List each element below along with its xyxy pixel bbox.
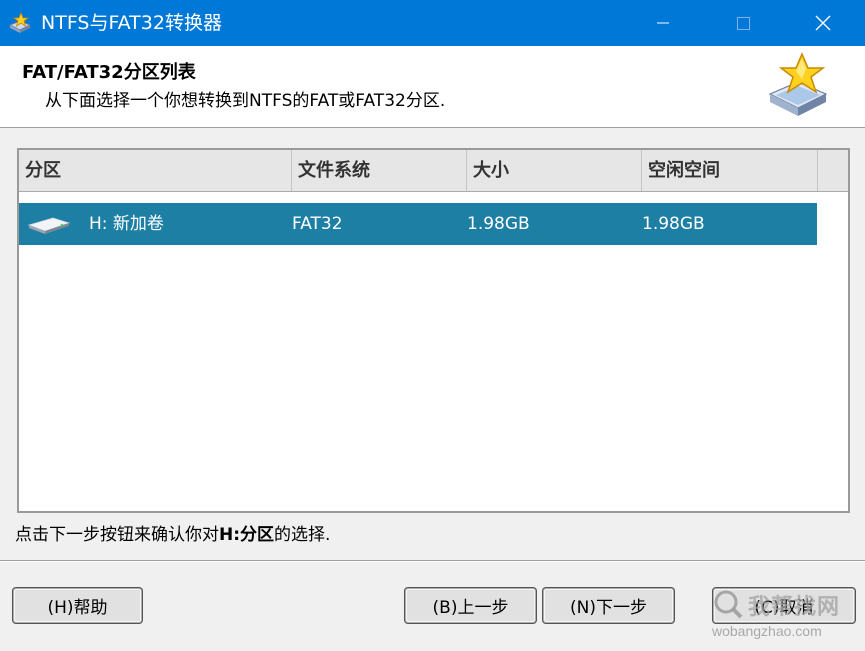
close-icon [815, 15, 831, 31]
app-star-icon [8, 12, 32, 33]
drive-icon [27, 217, 71, 234]
column-header-free-space[interactable]: 空闲空间 [642, 150, 818, 191]
separator [0, 560, 865, 562]
column-header-bar: 分区 文件系统 大小 空闲空间 [19, 150, 848, 192]
help-button[interactable]: (H)帮助 [13, 588, 142, 623]
watermark-url: wobangzhao.com [712, 623, 822, 639]
cancel-button[interactable]: (C)取消 [713, 588, 855, 623]
back-button[interactable]: (B)上一步 [405, 588, 536, 623]
minimize-icon [657, 22, 669, 24]
wizard-header: FAT/FAT32分区列表 从下面选择一个你想转换到NTFS的FAT或FAT32… [0, 46, 865, 128]
file-system-cell: FAT32 [292, 214, 343, 234]
title-bar: NTFS与FAT32转换器 [0, 0, 865, 46]
status-suffix: 的选择. [274, 525, 331, 545]
column-header-partition[interactable]: 分区 [19, 150, 292, 191]
column-header-spacer [818, 150, 848, 191]
size-cell: 1.98GB [467, 214, 530, 234]
free-space-cell: 1.98GB [642, 214, 705, 234]
column-header-file-system[interactable]: 文件系统 [292, 150, 467, 191]
status-partition: H:分区 [219, 525, 275, 545]
status-prefix: 点击下一步按钮来确认你对 [15, 525, 219, 545]
page-subtitle: 从下面选择一个你想转换到NTFS的FAT或FAT32分区. [45, 91, 446, 111]
window-title: NTFS与FAT32转换器 [41, 12, 222, 34]
table-row[interactable]: H: 新加卷 FAT32 1.98GB 1.98GB [19, 203, 817, 245]
next-button[interactable]: (N)下一步 [543, 588, 674, 623]
wizard-star-icon [768, 52, 828, 116]
close-button[interactable] [800, 0, 846, 46]
maximize-button[interactable] [720, 0, 766, 46]
column-header-size[interactable]: 大小 [467, 150, 642, 191]
page-title: FAT/FAT32分区列表 [22, 62, 196, 83]
partition-cell: H: 新加卷 [89, 214, 164, 234]
partition-list[interactable]: 分区 文件系统 大小 空闲空间 H: 新加卷 FAT32 1.98GB 1.98… [17, 148, 850, 513]
maximize-icon [736, 16, 750, 30]
status-text: 点击下一步按钮来确认你对H:分区的选择. [15, 523, 330, 547]
minimize-button[interactable] [640, 0, 686, 46]
